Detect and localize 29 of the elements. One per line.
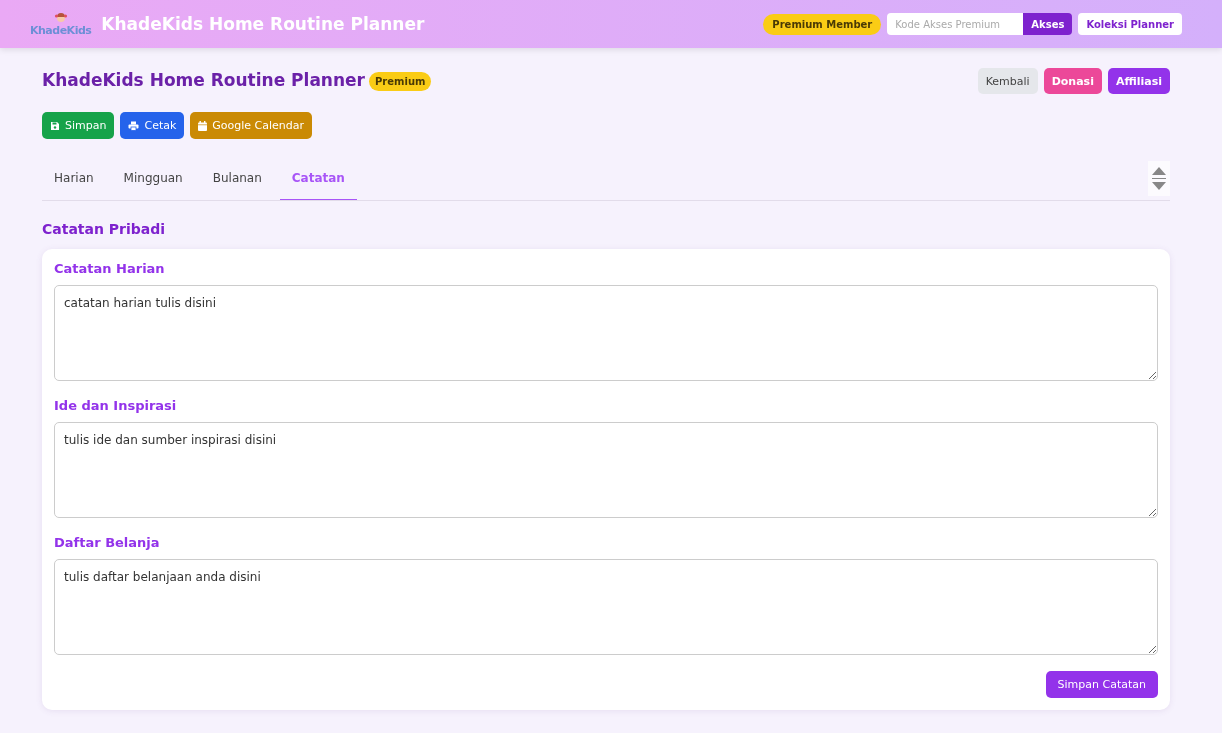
note-textarea[interactable]: catatan harian tulis disini [54,285,1158,381]
child-icon [53,12,68,25]
tab[interactable]: Harian [42,156,106,200]
printer-icon [128,120,140,131]
premium-badge: Premium [369,72,432,91]
collection-button[interactable]: Koleksi Planner [1078,13,1182,35]
note-textarea[interactable]: tulis ide dan sumber inspirasi disini [54,422,1158,518]
note-title: Catatan Harian [54,261,166,276]
up-arrow-icon[interactable] [1152,166,1166,175]
tab[interactable]: Mingguan [111,156,195,200]
access-button[interactable]: Akses [1023,13,1073,35]
print-button[interactable]: Cetak [120,112,185,139]
nav-button[interactable]: Kembali [977,68,1038,94]
tab[interactable]: Catatan [279,156,357,200]
access-code-field[interactable]: Kode Akses Premium [887,13,1024,35]
note-title: Daftar Belanja [54,535,161,550]
calendar-icon [198,120,208,131]
section-title: Catatan Pribadi [42,221,167,237]
note-title: Ide dan Inspirasi [54,398,178,413]
logo-text: KhadeKids [30,24,92,36]
app-title: KhadeKids Home Routine Planner [101,14,425,34]
tab[interactable]: Bulanan [200,156,274,200]
down-arrow-icon[interactable] [1152,181,1166,190]
planner-title: KhadeKids Home Routine Planner [42,69,365,90]
note-textarea[interactable]: tulis daftar belanjaan anda disini [54,559,1158,655]
save-notes-button[interactable]: Simpan Catatan [1045,671,1158,698]
nav-button[interactable]: Donasi [1043,68,1102,94]
nav-button[interactable]: Affiliasi [1107,68,1170,94]
member-badge: Premium Member [763,13,882,35]
